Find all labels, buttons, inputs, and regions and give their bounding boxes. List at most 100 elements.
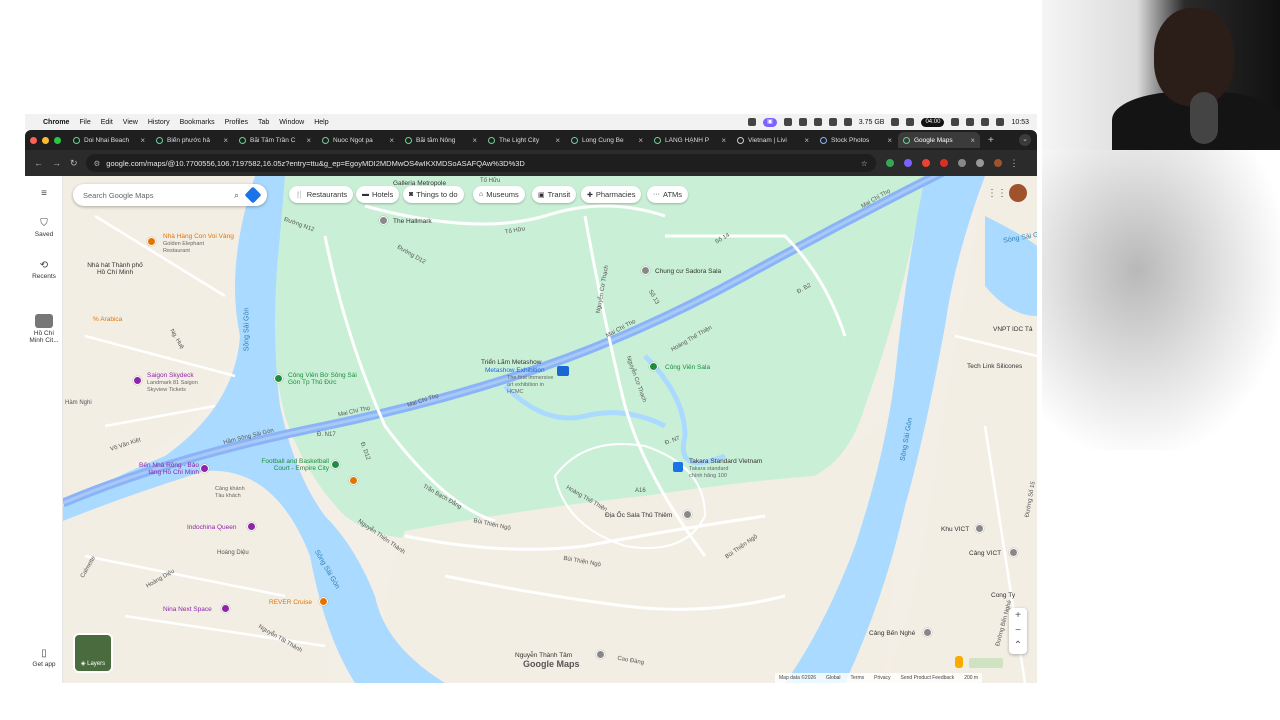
store-pin[interactable] (673, 462, 683, 472)
menu-window[interactable]: Window (279, 119, 304, 126)
timer-badge[interactable]: 04:00 (921, 117, 945, 127)
recents-button[interactable]: ⟲ Recents (25, 260, 63, 280)
close-tab-icon[interactable]: × (970, 136, 975, 145)
cruise-pin[interactable] (319, 597, 328, 606)
map-label[interactable]: Metashow Exhibition (485, 367, 545, 374)
chip-transit[interactable]: ▣ Transit (532, 186, 577, 203)
expand-icon[interactable]: ⌃ (1009, 638, 1027, 653)
map-canvas[interactable]: ≡ ⛉ Saved ⟲ Recents Hồ Chí Minh Cit... ▯ Ge… (25, 176, 1037, 683)
museum-pin[interactable] (200, 464, 209, 473)
menu-file[interactable]: File (79, 119, 90, 126)
map-label[interactable]: VNPT IDC Tâ (993, 326, 1033, 333)
search-box[interactable]: Search Google Maps ⌕ (73, 184, 267, 206)
map-label[interactable]: Galleria Metropole (393, 180, 446, 187)
browser-tab[interactable]: Bãi tắm Nông × (400, 132, 482, 148)
directions-icon[interactable] (244, 186, 262, 204)
forward-icon[interactable]: → (52, 158, 61, 168)
close-window-button[interactable] (30, 136, 37, 144)
zoom-out-button[interactable]: − (1009, 623, 1027, 638)
browser-tab[interactable]: LÀNG HẠNH P × (649, 132, 731, 148)
extension-icon[interactable] (885, 159, 894, 167)
chip-museums[interactable]: ⌂ Museums (473, 186, 525, 203)
extension-icon[interactable] (939, 159, 948, 167)
map-label[interactable]: Bến Nhà Rồng - Bảo tàng Hồ Chí Minh (129, 462, 199, 476)
bluetooth-icon[interactable] (783, 118, 792, 126)
scale-bar[interactable]: 200 m (964, 675, 978, 681)
map-label[interactable]: Nhà hát Thành phố Hồ Chí Minh (85, 262, 145, 276)
restaurant-pin[interactable] (147, 237, 156, 246)
map-label[interactable]: Địa Ốc Sala Thủ Thiêm (605, 512, 672, 519)
map-label[interactable]: Cảng VICT (969, 550, 1001, 557)
menu-tab[interactable]: Tab (258, 119, 269, 126)
search-input[interactable]: Search Google Maps (83, 191, 153, 200)
browser-tab[interactable]: Stock Photos × (815, 132, 897, 148)
back-icon[interactable]: ← (34, 158, 43, 168)
browser-tab[interactable]: Doi Nhai Beach × (68, 132, 150, 148)
star-icon[interactable]: ☆ (861, 159, 868, 168)
attraction-pin[interactable] (133, 376, 142, 385)
menu-button[interactable]: ≡ (25, 188, 63, 201)
saved-button[interactable]: ⛉ Saved (25, 218, 63, 238)
map-label[interactable]: Khu VICT (941, 526, 969, 533)
menu-bookmarks[interactable]: Bookmarks (180, 119, 215, 126)
place-pin[interactable] (923, 628, 932, 637)
map-label[interactable]: Nguyễn Thành Tâm (515, 652, 572, 659)
place-pin[interactable] (596, 650, 605, 659)
close-tab-icon[interactable]: × (804, 136, 809, 145)
close-tab-icon[interactable]: × (306, 136, 311, 145)
map-label[interactable]: Cảng Bến Nghé (869, 630, 915, 637)
park-pin[interactable] (331, 460, 340, 469)
browser-tab[interactable]: The Light City × (483, 132, 565, 148)
map-label[interactable]: Nhà Hàng Con Voi Vàng (163, 233, 234, 240)
search-icon[interactable]: ⌕ (234, 190, 239, 201)
sidepanel-icon[interactable] (975, 159, 984, 167)
memory-readout[interactable]: 3.75 GB (859, 119, 885, 126)
map-label[interactable]: Công Viên Bờ Sông Sài Gòn Tp Thủ Đức (288, 372, 368, 386)
map-label[interactable]: Indochina Queen (187, 524, 237, 531)
extension-icon[interactable] (921, 159, 930, 167)
map-type-thumbnails[interactable] (969, 658, 1003, 668)
map-label[interactable]: Takara Standard Vietnam (689, 458, 762, 465)
get-app-button[interactable]: ▯ Get app (25, 648, 63, 668)
place-pin[interactable] (975, 524, 984, 533)
close-tab-icon[interactable]: × (887, 136, 892, 145)
chip-atms[interactable]: ··· ATMs (647, 186, 689, 203)
wifi-icon[interactable] (798, 118, 807, 126)
pegman-icon[interactable] (955, 656, 963, 668)
restaurant-pin[interactable] (349, 476, 358, 485)
zoom-in-button[interactable]: + (1009, 608, 1027, 623)
search-icon[interactable] (981, 118, 990, 126)
control-center-icon[interactable] (996, 118, 1005, 126)
park-pin[interactable] (274, 374, 283, 383)
recent-place-hcmc[interactable]: Hồ Chí Minh Cit... (25, 314, 63, 344)
map-label[interactable]: Football and Basketball Court - Empire C… (245, 458, 329, 472)
map-label[interactable]: % Arabica (93, 316, 122, 323)
shield-icon[interactable] (813, 118, 822, 126)
tab-search-icon[interactable]: ⌄ (1019, 134, 1031, 146)
close-tab-icon[interactable]: × (638, 136, 643, 145)
close-tab-icon[interactable]: × (140, 136, 145, 145)
account-avatar[interactable] (1009, 184, 1027, 202)
a-icon[interactable] (966, 118, 975, 126)
apps-grid-icon[interactable]: ⋮⋮ (987, 188, 1007, 199)
menu-help[interactable]: Help (314, 119, 328, 126)
chip-things-to-do[interactable]: ◙ Things to do (403, 186, 464, 203)
map-label[interactable]: REVER Cruise (269, 599, 312, 606)
close-tab-icon[interactable]: × (472, 136, 477, 145)
attraction-pin[interactable] (247, 522, 256, 531)
browser-tab[interactable]: Bãi Tắm Trần C × (234, 132, 316, 148)
close-tab-icon[interactable]: × (555, 136, 560, 145)
map-label[interactable]: Nina Next Space (163, 606, 212, 613)
chip-pharmacies[interactable]: ✚ Pharmacies (581, 186, 642, 203)
menu-edit[interactable]: Edit (101, 119, 113, 126)
battery-icon[interactable] (843, 118, 852, 126)
layers-button[interactable]: ◈ Layers (73, 633, 113, 673)
address-bar[interactable]: ⚙ google.com/maps/@10.7700556,106.719758… (85, 154, 876, 172)
map-label[interactable]: Cong Ty (991, 592, 1015, 599)
extension-icon[interactable] (903, 159, 912, 167)
browser-tab-active[interactable]: Google Maps × (898, 132, 980, 148)
menu-profiles[interactable]: Profiles (225, 119, 248, 126)
park-pin[interactable] (649, 362, 658, 371)
place-pin[interactable] (1009, 548, 1018, 557)
map-label[interactable]: Tech Link Silicones (967, 363, 1022, 370)
